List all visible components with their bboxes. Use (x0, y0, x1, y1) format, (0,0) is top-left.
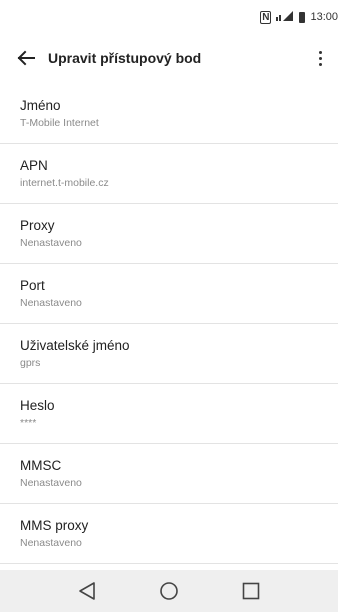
item-value: Nenastaveno (20, 237, 82, 249)
list-item-name[interactable]: Jméno T-Mobile Internet (0, 84, 338, 144)
more-options-icon[interactable] (312, 46, 328, 70)
status-bar: N 13:00 (0, 0, 338, 36)
item-title: MMS proxy (20, 518, 89, 533)
back-arrow-icon[interactable] (14, 46, 38, 70)
back-nav-icon[interactable] (74, 578, 100, 604)
navigation-bar (0, 570, 338, 612)
item-value: gprs (20, 357, 41, 369)
item-title: APN (20, 158, 48, 173)
list-item-mms-proxy[interactable]: MMS proxy Nenastaveno (0, 504, 338, 564)
signal-icon (276, 10, 294, 24)
status-icons: N 13:00 (260, 10, 338, 24)
list-item-password[interactable]: Heslo **** (0, 384, 338, 444)
list-item-mmsc[interactable]: MMSC Nenastaveno (0, 444, 338, 504)
item-title: Heslo (20, 398, 55, 413)
home-nav-icon[interactable] (156, 578, 182, 604)
list-item-apn[interactable]: APN internet.t-mobile.cz (0, 144, 338, 204)
recents-nav-icon[interactable] (238, 578, 264, 604)
list-item-proxy[interactable]: Proxy Nenastaveno (0, 204, 338, 264)
item-value: **** (20, 417, 37, 429)
item-value: internet.t-mobile.cz (20, 177, 109, 189)
item-value: Nenastaveno (20, 297, 82, 309)
app-bar: Upravit přístupový bod (0, 36, 338, 80)
nfc-icon: N (260, 10, 272, 24)
item-value: Nenastaveno (20, 477, 82, 489)
item-value: T-Mobile Internet (20, 117, 99, 129)
item-title: Uživatelské jméno (20, 338, 130, 353)
battery-icon (299, 11, 306, 23)
apn-settings-list: Jméno T-Mobile Internet APN internet.t-m… (0, 84, 338, 564)
list-item-username[interactable]: Uživatelské jméno gprs (0, 324, 338, 384)
item-title: Port (20, 278, 45, 293)
status-time: 13:00 (310, 11, 338, 23)
list-item-port[interactable]: Port Nenastaveno (0, 264, 338, 324)
item-title: Proxy (20, 218, 55, 233)
item-value: Nenastaveno (20, 537, 82, 549)
page-title: Upravit přístupový bod (48, 50, 202, 66)
item-title: Jméno (20, 98, 61, 113)
item-title: MMSC (20, 458, 62, 473)
